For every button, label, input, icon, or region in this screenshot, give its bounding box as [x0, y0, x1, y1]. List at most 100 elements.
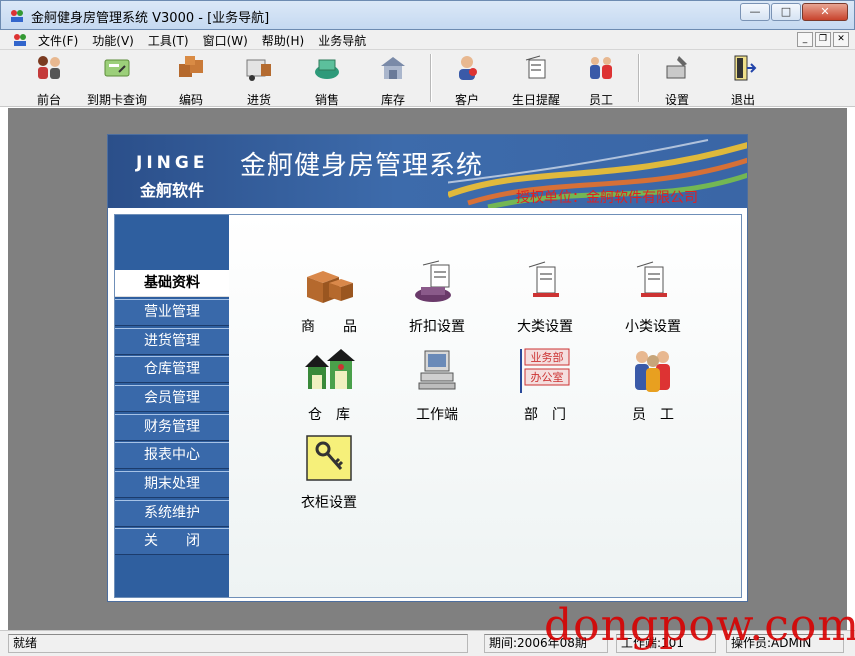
- mdi-minimize-icon[interactable]: _: [797, 32, 813, 47]
- menu-function[interactable]: 功能(V): [92, 32, 134, 49]
- card-query-icon: [104, 59, 130, 77]
- toolbar-customer-button[interactable]: 客户: [444, 52, 490, 107]
- banner: JINGE 金舸软件 金舸健身房管理系统 授权单位：金舸软件有限公司: [108, 135, 747, 208]
- department-sign-icon: 业务部 办公室: [520, 348, 570, 393]
- nav-item-basic-data[interactable]: 基础资料: [115, 270, 229, 297]
- menu-file[interactable]: 文件(F): [38, 32, 78, 49]
- tile-label: 商 品: [301, 319, 357, 335]
- toolbar-label: 到期卡查询: [86, 93, 147, 107]
- warehouse-icon: [381, 57, 405, 79]
- tile-label: 大类设置: [517, 319, 573, 335]
- toolbar-label: 进货: [246, 93, 271, 107]
- tile-workstation[interactable]: 工作端: [389, 347, 485, 424]
- mdi-close-icon[interactable]: ✕: [833, 32, 849, 47]
- nav-item-warehouse-management[interactable]: 仓库管理: [115, 356, 229, 383]
- toolbar-label: 客户: [454, 93, 479, 107]
- tile-subcategory-settings[interactable]: 小类设置: [605, 259, 701, 336]
- tile-label: 衣柜设置: [301, 495, 357, 511]
- settings-icon: [666, 56, 687, 79]
- toolbar-label: 销售: [314, 93, 339, 107]
- toolbar-separator: [430, 54, 432, 102]
- tile-label: 工作端: [416, 407, 458, 423]
- nav-item-close[interactable]: 关 闭: [115, 528, 229, 555]
- goods-boxes-icon: [307, 271, 353, 303]
- mdi-doc-icon[interactable]: [12, 32, 28, 48]
- minimize-icon[interactable]: —: [740, 3, 770, 21]
- employees-icon: [635, 351, 670, 392]
- money-icon: [315, 59, 339, 79]
- birthday-icon: [525, 55, 546, 79]
- toolbar-label: 编码: [178, 93, 203, 107]
- toolbar-label: 生日提醒: [511, 93, 560, 107]
- nav-item-system-maintenance[interactable]: 系统维护: [115, 500, 229, 527]
- tile-label: 仓 库: [308, 407, 350, 423]
- workstation-computer-icon: [418, 350, 456, 390]
- banner-title: 金舸健身房管理系统: [240, 151, 484, 181]
- toolbar-code-button[interactable]: 编码: [168, 52, 214, 107]
- nav-item-purchase-management[interactable]: 进货管理: [115, 328, 229, 355]
- toolbar-label: 员工: [588, 93, 613, 107]
- nav-item-finance-management[interactable]: 财务管理: [115, 414, 229, 441]
- menu-bar: 文件(F) 功能(V) 工具(T) 窗口(W) 帮助(H) 业务导航 _ ❐ ✕: [0, 30, 855, 50]
- warehouse-house-icon: [305, 349, 355, 389]
- banner-logo-en: JINGE: [136, 153, 209, 173]
- mdi-restore-icon[interactable]: ❐: [815, 32, 831, 47]
- side-navigation: 基础资料 营业管理 进货管理 仓库管理 会员管理 财务管理 报表中心 期末处理 …: [115, 215, 229, 597]
- nav-item-member-management[interactable]: 会员管理: [115, 385, 229, 412]
- boxes-icon: [179, 56, 203, 77]
- business-nav-panel: JINGE 金舸软件 金舸健身房管理系统 授权单位：金舸软件有限公司 基础资料 …: [107, 134, 748, 602]
- tile-employees[interactable]: 员 工: [605, 347, 701, 424]
- toolbar-front-desk-button[interactable]: 前台: [24, 52, 74, 107]
- category-settings-icon: [528, 261, 559, 297]
- staff-icon: [590, 57, 612, 79]
- tile-warehouse[interactable]: 仓 库: [281, 347, 377, 424]
- nav-item-report-center[interactable]: 报表中心: [115, 442, 229, 469]
- window-title: 金舸健身房管理系统 V3000 - [业务导航]: [31, 11, 270, 26]
- menu-business-nav[interactable]: 业务导航: [318, 32, 366, 49]
- menu-window[interactable]: 窗口(W): [203, 32, 248, 49]
- toolbar-separator: [638, 54, 640, 102]
- nav-item-business-management[interactable]: 营业管理: [115, 299, 229, 326]
- toolbar-sales-button[interactable]: 销售: [304, 52, 350, 107]
- tile-discount-settings[interactable]: 折扣设置: [389, 259, 485, 336]
- toolbar-inventory-button[interactable]: 库存: [370, 52, 416, 107]
- toolbar-birthday-reminder-button[interactable]: 生日提醒: [508, 52, 564, 107]
- toolbar-settings-button[interactable]: 设置: [654, 52, 700, 107]
- tile-label: 员 工: [632, 407, 674, 423]
- department-sign-line2: 办公室: [531, 370, 564, 384]
- toolbar: 前台 到期卡查询 编码 进货 销售 库存 客户 生日提醒 员工 设置 退出: [0, 50, 855, 107]
- toolbar-purchase-button[interactable]: 进货: [236, 52, 282, 107]
- maximize-icon[interactable]: □: [771, 3, 801, 21]
- watermark-text: dongpow.com: [544, 600, 855, 651]
- tile-goods[interactable]: 商 品: [281, 259, 377, 336]
- purchase-icon: [246, 59, 271, 81]
- toolbar-label: 库存: [380, 93, 405, 107]
- customer-icon: [459, 56, 477, 80]
- tile-label: 部 门: [524, 407, 566, 423]
- department-sign-line1: 业务部: [531, 350, 564, 364]
- banner-logo-cn: 金舸软件: [140, 181, 205, 200]
- tile-label: 折扣设置: [409, 319, 465, 335]
- discount-settings-icon: [415, 260, 451, 302]
- menu-help[interactable]: 帮助(H): [262, 32, 304, 49]
- tile-department[interactable]: 业务部 办公室 部 门: [497, 347, 593, 424]
- toolbar-label: 设置: [664, 93, 689, 107]
- licensed-to-text: 授权单位：金舸软件有限公司: [516, 190, 698, 206]
- exit-door-icon: [734, 55, 757, 81]
- toolbar-staff-button[interactable]: 员工: [578, 52, 624, 107]
- people-icon: [38, 56, 60, 79]
- nav-item-period-end[interactable]: 期末处理: [115, 471, 229, 498]
- nav-content-area: 基础资料 营业管理 进货管理 仓库管理 会员管理 财务管理 报表中心 期末处理 …: [114, 214, 742, 598]
- toolbar-label: 前台: [36, 93, 61, 107]
- close-icon[interactable]: ✕: [802, 3, 848, 21]
- status-text: 就绪: [8, 634, 468, 653]
- tile-category-settings[interactable]: 大类设置: [497, 259, 593, 336]
- toolbar-expired-card-button[interactable]: 到期卡查询: [82, 52, 152, 107]
- app-logo-icon: [11, 10, 23, 22]
- toolbar-label: 退出: [730, 93, 755, 107]
- toolbar-exit-button[interactable]: 退出: [720, 52, 766, 107]
- menu-tools[interactable]: 工具(T): [148, 32, 189, 49]
- locker-key-icon: [306, 435, 352, 481]
- tile-locker-settings[interactable]: 衣柜设置: [281, 435, 377, 512]
- tile-label: 小类设置: [625, 319, 681, 335]
